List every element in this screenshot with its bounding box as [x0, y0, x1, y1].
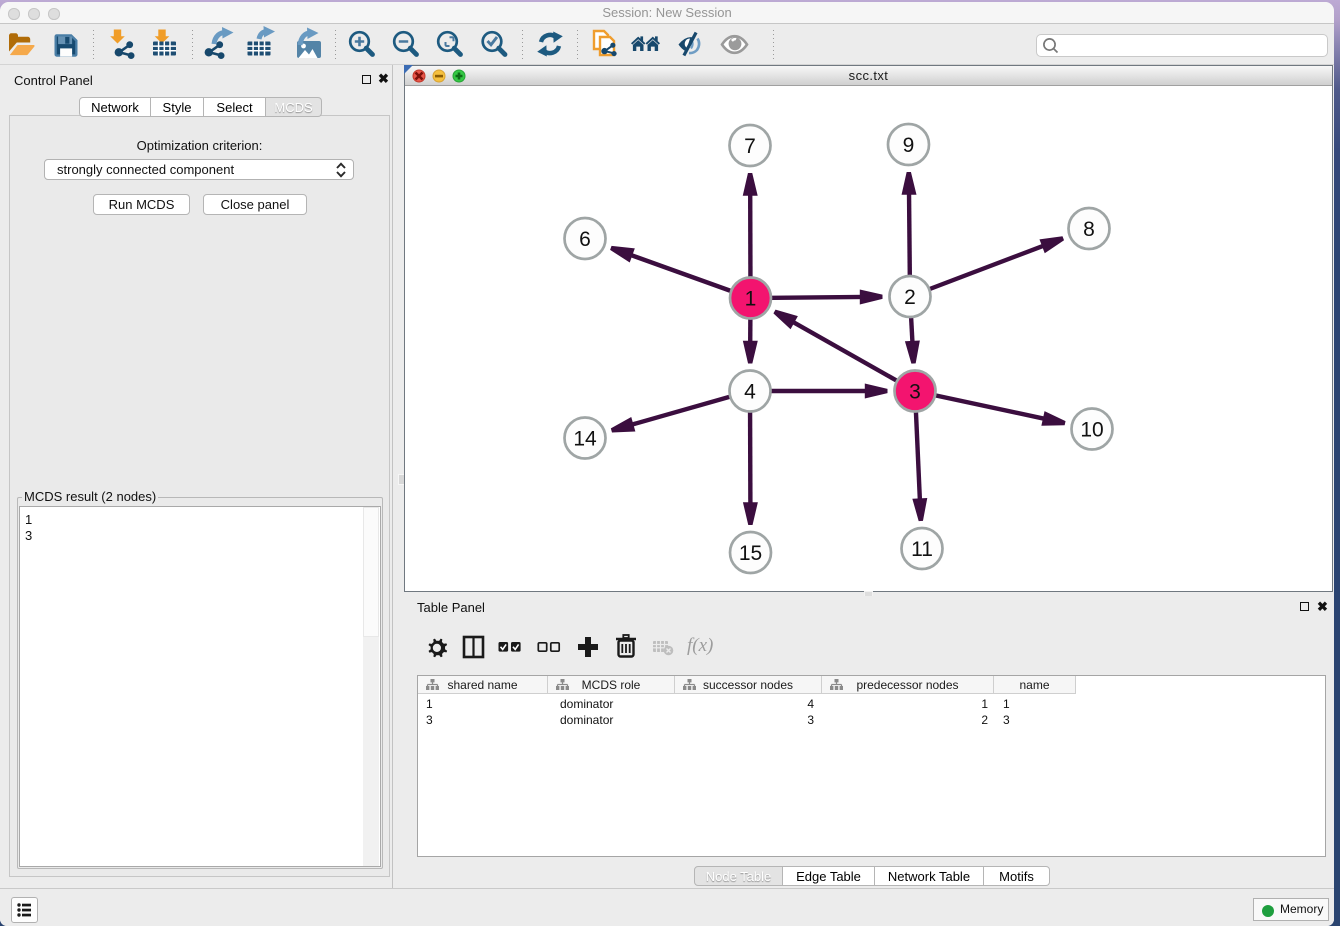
svg-text:6: 6 — [579, 228, 591, 251]
svg-text:14: 14 — [573, 428, 597, 451]
svg-text:9: 9 — [903, 134, 915, 157]
svg-text:1: 1 — [745, 288, 757, 311]
svg-text:11: 11 — [911, 538, 933, 561]
svg-text:8: 8 — [1083, 218, 1095, 241]
svg-text:15: 15 — [739, 542, 762, 565]
svg-text:3: 3 — [909, 381, 921, 404]
svg-text:4: 4 — [744, 381, 756, 404]
svg-text:7: 7 — [744, 135, 756, 158]
svg-text:10: 10 — [1080, 419, 1103, 442]
svg-text:2: 2 — [904, 286, 916, 309]
